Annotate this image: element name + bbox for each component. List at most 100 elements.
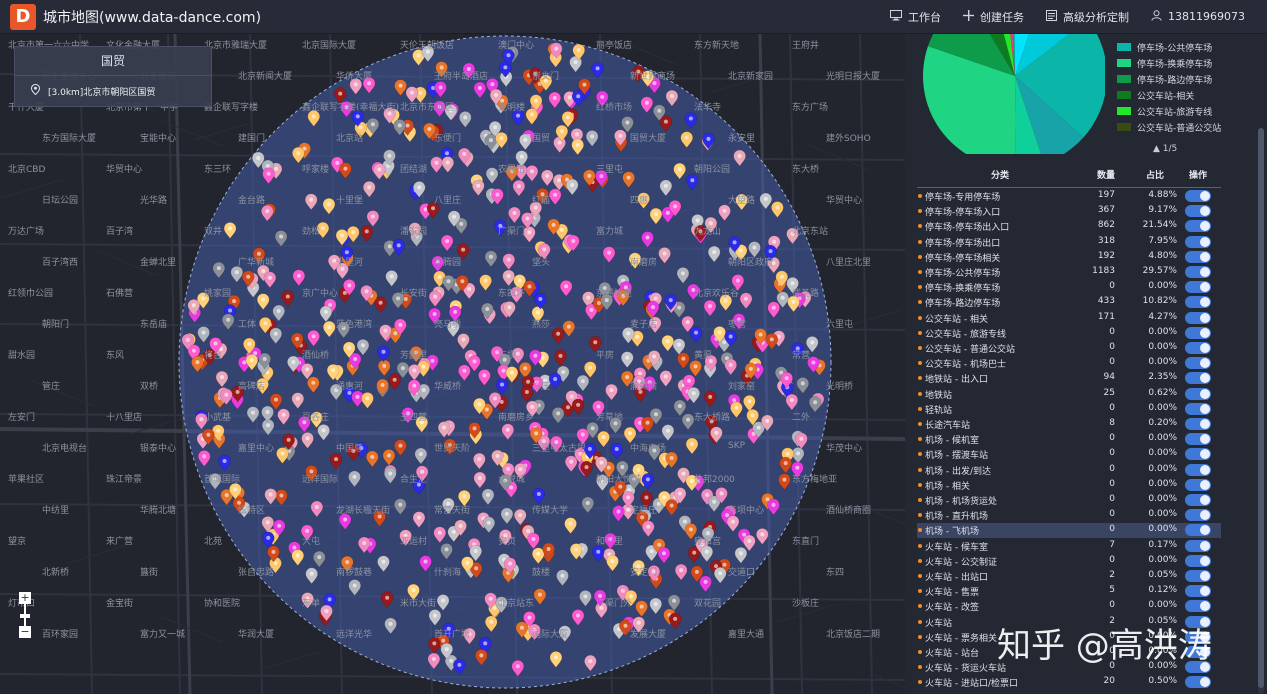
- zoom-in-button[interactable]: +: [19, 592, 31, 604]
- legend-item[interactable]: 公交车站-相关: [1117, 87, 1221, 103]
- category-name: 公交车站 - 旅游专线: [925, 329, 1006, 340]
- visibility-toggle[interactable]: [1185, 539, 1211, 552]
- visibility-toggle[interactable]: [1185, 509, 1211, 522]
- app-logo[interactable]: D: [10, 3, 36, 30]
- map-place-label: 常营: [792, 351, 811, 361]
- visibility-toggle[interactable]: [1185, 220, 1211, 233]
- zoom-slider-handle[interactable]: [20, 614, 30, 618]
- app-title[interactable]: 城市地图(www.data-dance.com): [43, 7, 261, 27]
- map-place-label: 宝能中心: [140, 134, 177, 144]
- category-name: 火车站 - 进站口/检票口: [925, 679, 1019, 690]
- category-percent: 0.05%: [1148, 570, 1177, 580]
- category-pie-chart[interactable]: [905, 34, 1105, 154]
- table-row[interactable]: 长途汽车站 8 0.20%: [917, 417, 1221, 432]
- legend-item[interactable]: 停车场-公共停车场: [1117, 39, 1221, 55]
- table-row[interactable]: 停车场-路边停车场 433 10.82%: [917, 295, 1221, 310]
- table-row[interactable]: 地铁站 - 出入口 94 2.35%: [917, 371, 1221, 386]
- search-title[interactable]: 国贸: [15, 47, 211, 76]
- pie-legend: 停车场-公共停车场 停车场-换乘停车场 停车场-路边停车场 公交车站-相关 公交车站-旅…: [1117, 34, 1221, 135]
- visibility-toggle[interactable]: [1185, 326, 1211, 339]
- visibility-toggle[interactable]: [1185, 570, 1211, 582]
- zoom-out-button[interactable]: −: [19, 626, 31, 638]
- table-row[interactable]: 机场 - 飞机场 0 0.00%: [917, 523, 1221, 539]
- table-row[interactable]: 公交车站 - 旅游专线 0 0.00%: [917, 326, 1221, 341]
- nav-advanced-analysis[interactable]: 高级分析定制: [1046, 9, 1129, 25]
- visibility-toggle[interactable]: [1185, 524, 1211, 537]
- table-row[interactable]: 机场 - 候机室 0 0.00%: [917, 432, 1221, 447]
- map-place-label: 北京市东城区: [400, 103, 455, 113]
- table-row[interactable]: 机场 - 直升机场 0 0.00%: [917, 508, 1221, 523]
- map-place-label: 北京东站: [792, 227, 829, 237]
- zoom-slider-track[interactable]: [20, 604, 30, 626]
- visibility-toggle[interactable]: [1185, 266, 1211, 278]
- category-dot: [918, 376, 922, 381]
- table-row[interactable]: 机场 - 相关 0 0.00%: [917, 478, 1221, 493]
- visibility-toggle[interactable]: [1185, 402, 1211, 415]
- visibility-toggle[interactable]: [1185, 494, 1211, 506]
- nav-create-task[interactable]: 创建任务: [963, 9, 1024, 25]
- table-row[interactable]: 停车场-停车场出口 318 7.95%: [917, 235, 1221, 250]
- table-row[interactable]: 轻轨站 0 0.00%: [917, 402, 1221, 417]
- category-dot: [918, 634, 922, 639]
- map-place-label: 东方新天地: [694, 41, 740, 51]
- map-place-label: 东直门: [792, 537, 820, 547]
- map-place-label: 东便门: [434, 134, 462, 144]
- sidebar-scrollbar-thumb[interactable]: [1258, 128, 1264, 688]
- table-row[interactable]: 停车场-公共停车场 1183 29.57%: [917, 265, 1221, 280]
- table-row[interactable]: 火车站 - 售票 5 0.12%: [917, 584, 1221, 599]
- table-row[interactable]: 机场 - 摆渡车站 0 0.00%: [917, 447, 1221, 462]
- visibility-toggle[interactable]: [1185, 296, 1211, 309]
- map-place-label: 米市大街: [400, 599, 437, 609]
- table-row[interactable]: 地铁站 25 0.62%: [917, 387, 1221, 402]
- table-row[interactable]: 火车站 - 进站口/检票口 20 0.50%: [917, 675, 1221, 690]
- visibility-toggle[interactable]: [1185, 342, 1211, 354]
- sidebar-scrollbar[interactable]: [1258, 128, 1264, 694]
- map-place-label: 北京新家园: [728, 72, 774, 82]
- table-row[interactable]: 停车场-专用停车场 197 4.88%: [917, 189, 1221, 204]
- visibility-toggle[interactable]: [1185, 235, 1211, 248]
- table-row[interactable]: 停车场-停车场入口 367 9.17%: [917, 204, 1221, 219]
- visibility-toggle[interactable]: [1185, 585, 1211, 598]
- table-row[interactable]: 火车站 - 出站口 2 0.05%: [917, 569, 1221, 584]
- visibility-toggle[interactable]: [1185, 205, 1211, 218]
- table-row[interactable]: 公交车站 - 相关 171 4.27%: [917, 311, 1221, 326]
- legend-item[interactable]: 停车场-换乘停车场: [1117, 55, 1221, 71]
- legend-pager[interactable]: ▲ 1/5: [1153, 144, 1177, 154]
- visibility-toggle[interactable]: [1185, 600, 1211, 613]
- table-row[interactable]: 火车站 - 公交制证 0 0.00%: [917, 554, 1221, 569]
- map-canvas[interactable]: 北京市第一六六中学文化金融大厦北京市雅瑞大厦北京国际大厦天伦王朝饭店澳门中心丽亭…: [0, 34, 905, 694]
- category-count: 20: [1103, 676, 1115, 687]
- visibility-toggle[interactable]: [1185, 357, 1211, 370]
- visibility-toggle[interactable]: [1185, 372, 1211, 385]
- visibility-toggle[interactable]: [1185, 311, 1211, 324]
- visibility-toggle[interactable]: [1185, 418, 1211, 430]
- map-place-label: 管庄: [42, 382, 61, 392]
- table-row[interactable]: 火车站 - 候车室 7 0.17%: [917, 539, 1221, 554]
- category-percent: 0.00%: [1148, 554, 1177, 565]
- table-row[interactable]: 停车场-停车场相关 192 4.80%: [917, 250, 1221, 265]
- visibility-toggle[interactable]: [1185, 433, 1211, 446]
- legend-item[interactable]: 停车场-路边停车场: [1117, 71, 1221, 87]
- nav-user[interactable]: 13811969073: [1151, 9, 1245, 24]
- visibility-toggle[interactable]: [1185, 387, 1211, 400]
- visibility-toggle[interactable]: [1185, 281, 1211, 294]
- search-result-item[interactable]: [3.0km]北京市朝阳区国贸: [15, 76, 211, 106]
- table-row[interactable]: 火车站 - 改签 0 0.00%: [917, 599, 1221, 614]
- visibility-toggle[interactable]: [1185, 448, 1211, 461]
- visibility-toggle[interactable]: [1185, 676, 1211, 689]
- visibility-toggle[interactable]: [1185, 190, 1211, 202]
- table-row[interactable]: 停车场-换乘停车场 0 0.00%: [917, 280, 1221, 295]
- visibility-toggle[interactable]: [1185, 478, 1211, 491]
- visibility-toggle[interactable]: [1185, 250, 1211, 263]
- legend-item[interactable]: 公交车站-旅游专线: [1117, 103, 1221, 119]
- visibility-toggle[interactable]: [1185, 463, 1211, 476]
- table-row[interactable]: 公交车站 - 普通公交站 0 0.00%: [917, 341, 1221, 356]
- map-place-label: 北新桥: [42, 568, 70, 578]
- legend-item[interactable]: 公交车站-普通公交站: [1117, 119, 1221, 135]
- table-row[interactable]: 机场 - 机场货运处 0 0.00%: [917, 493, 1221, 508]
- nav-workbench[interactable]: 工作台: [890, 9, 941, 25]
- visibility-toggle[interactable]: [1185, 554, 1211, 567]
- table-row[interactable]: 公交车站 - 机场巴士 0 0.00%: [917, 356, 1221, 371]
- table-row[interactable]: 停车场-停车场出入口 862 21.54%: [917, 219, 1221, 234]
- table-row[interactable]: 机场 - 出发/到达 0 0.00%: [917, 463, 1221, 478]
